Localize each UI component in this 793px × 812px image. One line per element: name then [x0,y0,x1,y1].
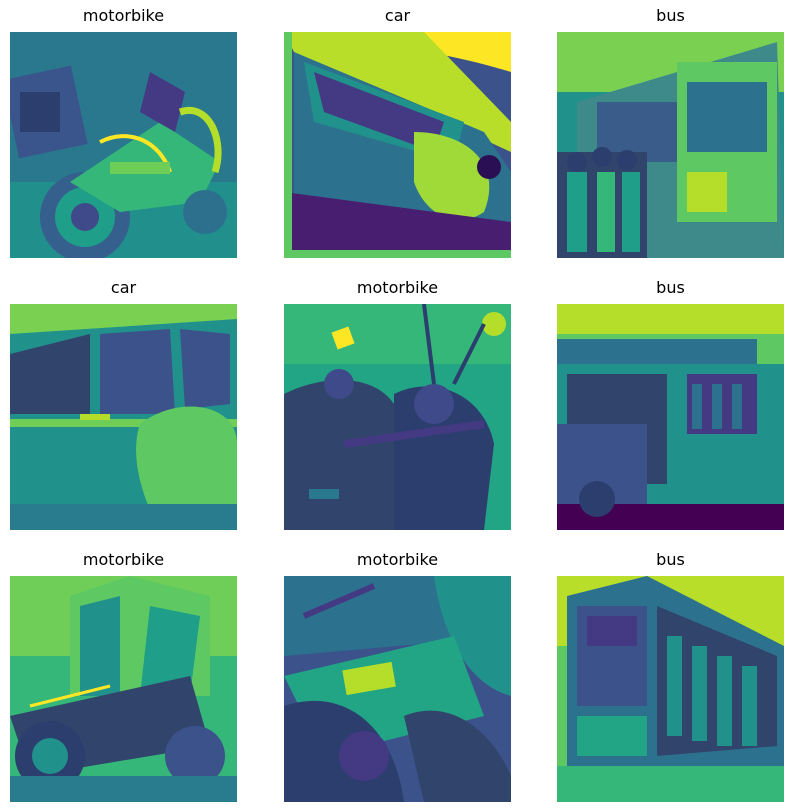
image-tile: motorbike [10,544,237,805]
bus-image [557,32,784,258]
motorbike-image [284,576,511,802]
image-label: bus [656,550,685,569]
image-tile: bus [557,0,784,261]
motorbike-image [10,32,237,258]
image-label: bus [656,6,685,25]
image-label: motorbike [356,278,439,297]
image-tile: bus [557,272,784,533]
image-tile: motorbike [284,272,511,533]
image-label: motorbike [356,550,439,569]
image-tile: motorbike [284,544,511,805]
motorbike-image [10,576,237,802]
bus-image [557,576,784,802]
car-image [284,32,511,258]
image-label: bus [656,278,685,297]
car-image [10,304,237,530]
motorbike-image [284,304,511,530]
image-label: motorbike [82,550,165,569]
image-label: motorbike [82,6,165,25]
image-tile: car [10,272,237,533]
image-label: car [384,6,411,25]
image-label: car [110,278,137,297]
image-tile: car [284,0,511,261]
bus-image [557,304,784,530]
image-tile: bus [557,544,784,805]
image-tile: motorbike [10,0,237,261]
